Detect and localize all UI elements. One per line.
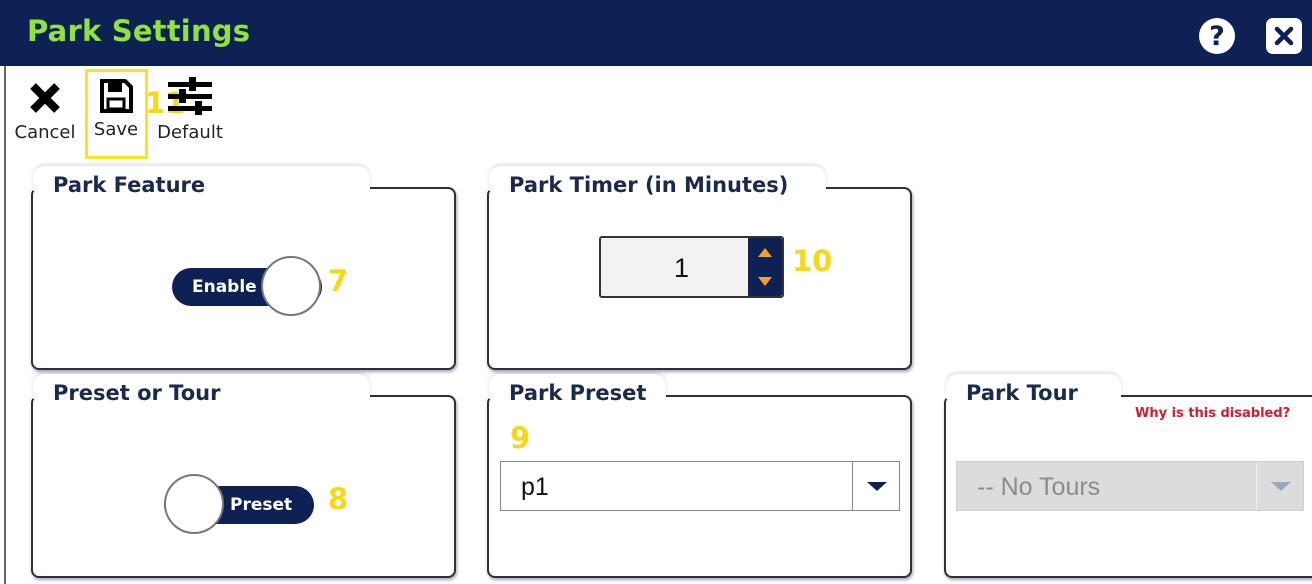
park-tour-select[interactable]: -- No Tours xyxy=(956,461,1304,511)
park-timer-value[interactable]: 1 xyxy=(601,238,749,296)
dropdown-toggle[interactable] xyxy=(852,462,899,510)
cancel-label: Cancel xyxy=(14,122,76,143)
help-icon[interactable]: ? xyxy=(1199,18,1235,54)
dialog-title: Park Settings xyxy=(27,14,251,48)
callout-9: 9 xyxy=(510,421,531,455)
park-tour-selected-value: -- No Tours xyxy=(977,473,1101,501)
dropdown-toggle[interactable] xyxy=(1256,462,1303,510)
callout-7: 7 xyxy=(328,264,349,298)
default-label: Default xyxy=(157,122,223,143)
stepper-arrows xyxy=(748,238,782,296)
x-icon xyxy=(30,83,60,113)
close-button[interactable] xyxy=(1266,18,1302,54)
preset-or-tour-toggle[interactable]: Preset xyxy=(164,474,314,534)
toggle-knob xyxy=(261,256,321,316)
chevron-down-icon xyxy=(867,482,887,491)
chevron-down-icon xyxy=(1271,482,1291,491)
callout-8: 8 xyxy=(328,482,349,516)
dialog-left-border xyxy=(4,66,6,584)
close-x-icon xyxy=(1274,26,1294,46)
park-preset-select[interactable]: p1 xyxy=(500,461,900,511)
preset-or-tour-toggle-label: Preset xyxy=(230,495,293,515)
callout-10: 10 xyxy=(792,244,833,278)
park-feature-toggle-label: Enable xyxy=(192,277,257,297)
why-disabled-link[interactable]: Why is this disabled? xyxy=(1135,406,1290,421)
increment-arrow-icon[interactable] xyxy=(758,248,772,257)
save-highlight-box xyxy=(85,69,148,159)
park-preset-selected-value: p1 xyxy=(521,473,549,501)
cancel-button[interactable]: Cancel xyxy=(10,76,80,143)
park-timer-title: Park Timer (in Minutes) xyxy=(509,173,789,197)
toggle-knob xyxy=(164,474,224,534)
decrement-arrow-icon[interactable] xyxy=(758,277,772,286)
preset-or-tour-title: Preset or Tour xyxy=(53,381,221,405)
sliders-icon xyxy=(168,77,212,115)
default-button[interactable]: Default xyxy=(152,76,228,143)
park-feature-toggle[interactable]: Enable xyxy=(172,256,322,316)
park-timer-stepper[interactable]: 1 xyxy=(599,236,784,298)
park-preset-title: Park Preset xyxy=(509,381,647,405)
park-feature-title: Park Feature xyxy=(53,173,206,197)
title-bar: Park Settings ? xyxy=(0,0,1312,66)
park-tour-title: Park Tour xyxy=(966,381,1078,405)
